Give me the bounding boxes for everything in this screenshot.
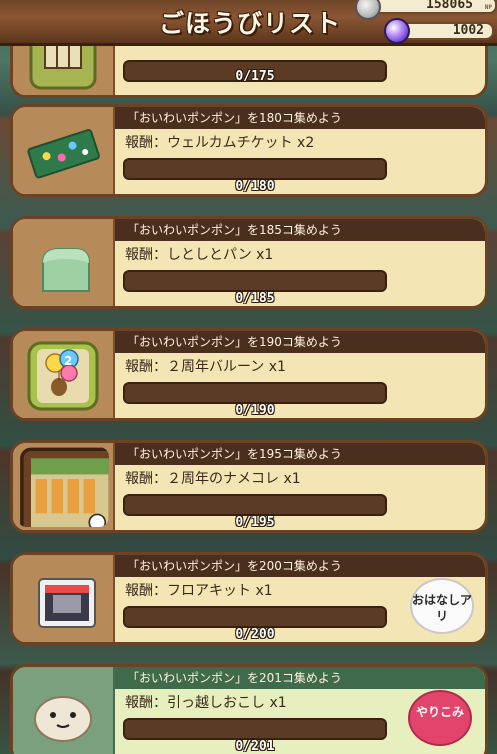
progress-bar [123,270,387,292]
progress-text: 0/195 [235,515,275,530]
challenge-badge[interactable]: やりこみ [408,690,472,746]
mission-banner: 「おいわいポンポン」を195コ集めよう [115,443,485,465]
reward-card[interactable]: 「おいわいポンポン」を195コ集めよう 報酬：２周年のナメコレ x1 0/195 [10,440,488,533]
np-value: 158065 [426,0,473,12]
nameko-collection-icon [20,447,109,527]
np-coin-icon [355,0,381,20]
reward-card[interactable]: 「おいわいポンポン」を180コ集めよう 報酬：ウェルカムチケット x2 0/18… [10,104,488,197]
mission-banner: 「おいわいポンポン」を200コ集めよう [115,555,485,577]
page-title: ごほうびリスト [158,9,341,38]
reward-text: 報酬：フロアキット x1 [125,583,273,599]
mission-banner: 「おいわいポンポン」を190コ集めよう [115,331,485,353]
progress-text: 0/175 [235,69,275,84]
reward-card[interactable]: 2 「おいわいポンポン」を190コ集めよう 報酬：２周年バルーン x1 0/19… [10,328,488,421]
okoshi-icon [34,696,92,742]
card-icon-panel: 2 [13,331,115,418]
progress-bar [123,606,387,628]
balloon-icon: 2 [27,341,99,411]
header-bar: ごほうびリスト 158065 NP 1002 [0,0,497,46]
gem-value: 1002 [452,23,484,38]
progress-bar [123,382,387,404]
reward-card[interactable]: 「おいわいポンポン」を185コ集めよう 報酬：しとしとパン x1 0/185 [10,216,488,309]
card-icon-panel [13,555,115,642]
progress-text: 0/185 [235,291,275,306]
progress-bar [123,494,387,516]
np-unit: NP [484,4,492,11]
reward-text: 報酬：ウェルカムチケット x2 [125,135,315,151]
reward-text: 報酬：しとしとパン x1 [125,247,274,263]
reward-text: 報酬：引っ越しおこし x1 [125,695,287,711]
reward-text: 報酬：２周年のナメコレ x1 [125,471,301,487]
card-icon-panel [13,667,115,754]
mission-banner: 「おいわいポンポン」を180コ集めよう [115,107,485,129]
card-icon-panel [13,219,115,306]
progress-text: 0/201 [235,739,275,754]
progress-text: 0/200 [235,627,275,642]
gem-icon [384,18,410,44]
welcome-ticket-icon [27,129,100,179]
story-badge[interactable]: おはなしアリ [410,578,474,634]
np-counter: 158065 NP [370,0,497,14]
floor-kit-icon [38,578,96,628]
progress-bar [123,158,387,180]
mission-banner: 「おいわいポンポン」を185コ集めよう [115,219,485,241]
reward-text: 報酬：２周年バルーン x1 [125,359,286,375]
bread-icon [42,248,90,292]
card-icon-panel [13,443,115,530]
svg-text:2: 2 [64,354,72,368]
progress-bar [123,718,387,740]
progress-text: 0/180 [235,179,275,194]
card-icon-panel [13,107,115,194]
mission-banner: 「おいわいポンポン」を201コ集めよう [115,667,485,689]
progress-text: 0/190 [235,403,275,418]
gem-counter: 1002 [400,22,494,40]
